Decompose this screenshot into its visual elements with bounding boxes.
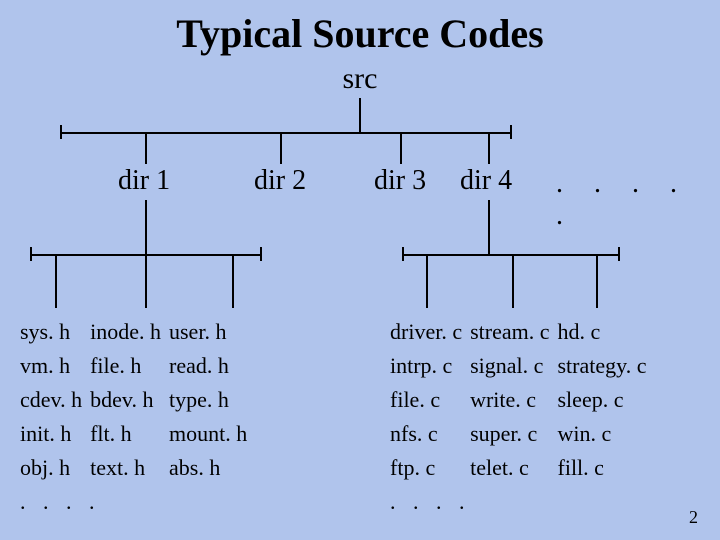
list-item: intrp. csignal. cstrategy. c (390, 350, 652, 382)
tree-drop-dir4 (488, 132, 490, 164)
dir-ellipsis: . . . . . (556, 168, 720, 232)
tree-tick-dir4-right (618, 247, 620, 261)
tree-drop-dir1-c (232, 254, 234, 308)
tree-tick-dir1-right (260, 247, 262, 261)
tree-drop-dir4-c (596, 254, 598, 308)
list-ellipsis: . . . . (20, 486, 253, 518)
tree-drop-dir1-b (145, 254, 147, 308)
tree-drop-dir3 (400, 132, 402, 164)
tree-drop-dir2 (280, 132, 282, 164)
tree-drop-dir1 (145, 132, 147, 164)
list-item: init. hflt. hmount. h (20, 418, 253, 450)
list-item: vm. hfile. hread. h (20, 350, 253, 382)
tree-drop-dir4-a (426, 254, 428, 308)
tree-stem-dir1 (145, 200, 147, 254)
list-item: driver. cstream. chd. c (390, 316, 652, 348)
tree-hbar-dir4 (402, 254, 618, 256)
tree-root-label: src (0, 62, 720, 96)
dir-label-3: dir 3 (374, 165, 426, 197)
tree-hbar-dirs (60, 132, 510, 134)
tree-tick-hbar-right (510, 125, 512, 139)
dir-label-1: dir 1 (118, 165, 170, 197)
dir-label-4: dir 4 (460, 165, 512, 197)
list-ellipsis: . . . . (390, 486, 652, 518)
tree-tick-hbar-left (60, 125, 62, 139)
list-item: obj. htext. habs. h (20, 452, 253, 484)
tree-stem-dir4 (488, 200, 490, 254)
tree-drop-dir1-a (55, 254, 57, 308)
list-item: file. cwrite. csleep. c (390, 384, 652, 416)
tree-tick-dir1-left (30, 247, 32, 261)
list-item: ftp. ctelet. cfill. c (390, 452, 652, 484)
tree-drop-dir4-b (512, 254, 514, 308)
page-title: Typical Source Codes (0, 10, 720, 57)
page-number: 2 (689, 507, 698, 528)
tree-tick-dir4-left (402, 247, 404, 261)
list-item: nfs. csuper. cwin. c (390, 418, 652, 450)
file-list-left: sys. hinode. huser. h vm. hfile. hread. … (18, 314, 255, 520)
dir-label-2: dir 2 (254, 165, 306, 197)
file-list-right: driver. cstream. chd. c intrp. csignal. … (388, 314, 654, 520)
list-item: cdev. hbdev. htype. h (20, 384, 253, 416)
list-item: sys. hinode. huser. h (20, 316, 253, 348)
tree-stem-root (359, 98, 361, 132)
